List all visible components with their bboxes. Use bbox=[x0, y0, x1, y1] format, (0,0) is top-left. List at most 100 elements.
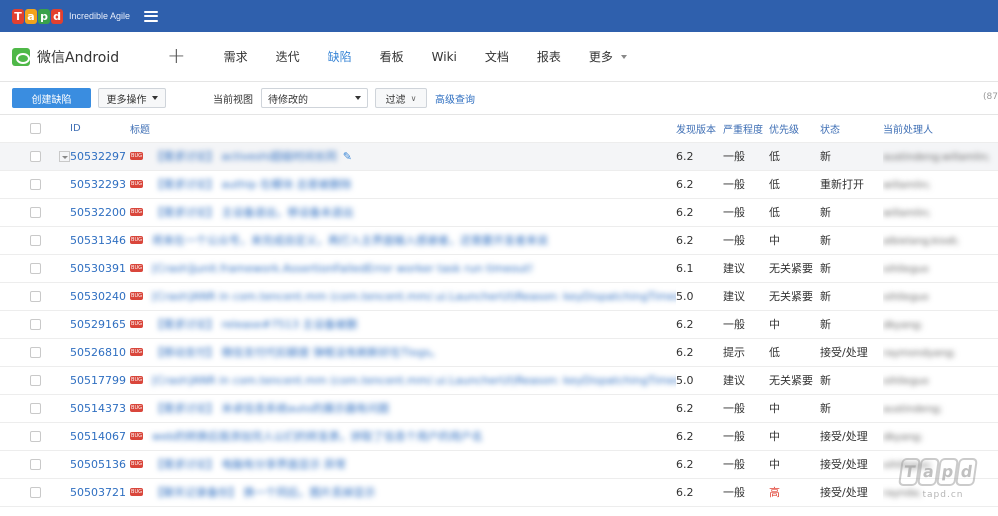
bug-title-link[interactable]: 将来在一个公众号，来完成自定义，再打入主界面输入感谢者，还需要开发者来说 bbox=[152, 232, 548, 248]
row-select-cell bbox=[0, 254, 52, 283]
edit-pencil-icon[interactable]: ✎ bbox=[343, 150, 352, 163]
bug-title-link[interactable]: 【移动支付】 微信支付代扣额度 弹框没有刷新好在Tlogs。 bbox=[152, 344, 441, 360]
row-dropdown-icon[interactable] bbox=[59, 151, 70, 162]
bug-id-cell: 50505136 bbox=[70, 450, 130, 479]
bug-id-link[interactable]: 50503721 bbox=[70, 486, 126, 499]
tab-iterations[interactable]: 迭代 bbox=[262, 32, 314, 81]
bug-owner: austindeng;willamlin; bbox=[883, 151, 990, 163]
header-owner[interactable]: 当前处理人 bbox=[883, 115, 998, 143]
table-row[interactable]: 50526810 BUG 【移动支付】 微信支付代扣额度 弹框没有刷新好在Tlogs… bbox=[0, 338, 998, 367]
bug-id-link[interactable]: 50530391 bbox=[70, 262, 126, 275]
tab-stories[interactable]: 需求 bbox=[210, 32, 262, 81]
header-priority[interactable]: 优先级 bbox=[769, 115, 820, 143]
bug-title-link[interactable]: [Crash]junit.framework.AssertionFailedEr… bbox=[152, 262, 533, 275]
bug-table: ID 标题 发现版本 严重程度 优先级 状态 当前处理人 50532297 BUG… bbox=[0, 115, 998, 507]
table-row[interactable]: 50530391 BUG [Crash]junit.framework.Assert… bbox=[0, 254, 998, 283]
add-icon[interactable]: + bbox=[167, 45, 185, 68]
row-checkbox[interactable] bbox=[30, 263, 41, 274]
bug-priority: 无关紧要 bbox=[769, 366, 820, 395]
bug-title-cell: BUG 【需求讨论】 authip 在模块 总是被删除 bbox=[130, 170, 676, 199]
create-bug-button[interactable]: 创建缺陷 bbox=[12, 88, 91, 108]
bug-badge-icon: BUG bbox=[130, 488, 143, 496]
bug-title-link[interactable]: [Crash]ANR in com.tencent.mm (com.tencen… bbox=[152, 374, 676, 387]
row-checkbox[interactable] bbox=[30, 459, 41, 470]
bug-owner: oihlleguo bbox=[883, 375, 929, 387]
header-id[interactable]: ID bbox=[70, 115, 130, 143]
bug-severity: 一般 bbox=[723, 478, 769, 507]
view-select[interactable]: 待修改的 bbox=[261, 88, 368, 108]
bug-id-link[interactable]: 50531346 bbox=[70, 234, 126, 247]
bug-id-link[interactable]: 50530240 bbox=[70, 290, 126, 303]
bug-id-link[interactable]: 50532297 bbox=[70, 150, 126, 163]
table-row[interactable]: 50505136 BUG 【需求讨论】 电脑有分享界面显示 异常 6.2 一般中接受/处… bbox=[0, 450, 998, 479]
advanced-query-link[interactable]: 高级查询 bbox=[435, 91, 475, 106]
table-row[interactable]: 50530240 BUG [Crash]ANR in com.tencent.mm … bbox=[0, 282, 998, 311]
table-row[interactable]: 50532200 BUG 【需求讨论】 主设备退出，移设备未退出 6.2 一般低新 wil… bbox=[0, 198, 998, 227]
bug-id-link[interactable]: 50532200 bbox=[70, 206, 126, 219]
row-checkbox[interactable] bbox=[30, 375, 41, 386]
table-row[interactable]: 50514373 BUG 【需求讨论】 米卓信息系统auto的展示器有问题 6.2 一般… bbox=[0, 394, 998, 423]
bug-id-link[interactable]: 50514067 bbox=[70, 430, 126, 443]
row-checkbox[interactable] bbox=[30, 347, 41, 358]
bug-title-link[interactable]: 【需求讨论】 电脑有分享界面显示 异常 bbox=[152, 456, 346, 472]
table-header: ID 标题 发现版本 严重程度 优先级 状态 当前处理人 bbox=[0, 115, 998, 143]
bug-title-link[interactable]: 【需求讨论】 activeshi超级时间长同 bbox=[152, 148, 337, 164]
tab-reports[interactable]: 报表 bbox=[523, 32, 575, 81]
bug-severity: 一般 bbox=[723, 422, 769, 451]
row-checkbox[interactable] bbox=[30, 235, 41, 246]
row-checkbox[interactable] bbox=[30, 431, 41, 442]
hamburger-menu-icon[interactable] bbox=[144, 10, 159, 22]
bug-id-link[interactable]: 50526810 bbox=[70, 346, 126, 359]
tab-label: 看板 bbox=[379, 50, 404, 64]
table-row[interactable]: 50503721 BUG 【聊天记录备份】 换一个同后，图片丢掉显示 6.2 一般高接受… bbox=[0, 478, 998, 507]
row-checkbox[interactable] bbox=[30, 179, 41, 190]
table-row[interactable]: 50532293 BUG 【需求讨论】 authip 在模块 总是被删除 6.2 一般低… bbox=[0, 170, 998, 199]
tab-documents[interactable]: 文档 bbox=[471, 32, 523, 81]
bug-title-link[interactable]: 【需求讨论】 主设备退出，移设备未退出 bbox=[152, 204, 354, 220]
table-row[interactable]: 50529165 BUG 【需求讨论】 release#7513 主设备被删 6.2 一… bbox=[0, 310, 998, 339]
bug-id-link[interactable]: 50532293 bbox=[70, 178, 126, 191]
bug-title-link[interactable]: web的转换后我添加完人以们的转发表，拼取了信息个用户的用户名 bbox=[152, 428, 483, 444]
bug-id-link[interactable]: 50529165 bbox=[70, 318, 126, 331]
row-checkbox[interactable] bbox=[30, 487, 41, 498]
tab-more[interactable]: 更多 bbox=[575, 32, 641, 81]
table-row[interactable]: 50514067 BUG web的转换后我添加完人以们的转发表，拼取了信息个用户的用… bbox=[0, 422, 998, 451]
bug-status: 接受/处理 bbox=[820, 478, 883, 507]
row-checkbox[interactable] bbox=[30, 151, 41, 162]
bug-owner: oihlleguo bbox=[883, 263, 929, 275]
bug-id-link[interactable]: 50505136 bbox=[70, 458, 126, 471]
table-row[interactable]: 50532297 BUG 【需求讨论】 activeshi超级时间长同 ✎ 6.2 一般低… bbox=[0, 142, 998, 171]
row-checkbox[interactable] bbox=[30, 291, 41, 302]
tapd-logo[interactable]: T a p d bbox=[12, 8, 63, 24]
row-checkbox[interactable] bbox=[30, 403, 41, 414]
more-actions-button[interactable]: 更多操作 bbox=[98, 88, 166, 108]
bug-title-link[interactable]: 【需求讨论】 authip 在模块 总是被删除 bbox=[152, 176, 352, 192]
bug-id-cell: 50531346 bbox=[70, 226, 130, 255]
nav-tabs: 需求 迭代 缺陷 看板 Wiki 文档 报表 更多 bbox=[210, 32, 641, 81]
table-row[interactable]: 50531346 BUG 将来在一个公众号，来完成自定义，再打入主界面输入感谢者，还… bbox=[0, 226, 998, 255]
logo-letter: a bbox=[25, 8, 37, 24]
project-nav: 微信Android + 需求 迭代 缺陷 看板 Wiki 文档 报表 更多 bbox=[0, 32, 998, 82]
bug-title-link[interactable]: 【聊天记录备份】 换一个同后，图片丢掉显示 bbox=[152, 484, 376, 500]
project-name[interactable]: 微信Android bbox=[37, 47, 119, 67]
bug-title-link[interactable]: 【需求讨论】 米卓信息系统auto的展示器有问题 bbox=[152, 400, 389, 416]
bug-id-link[interactable]: 50514373 bbox=[70, 402, 126, 415]
tab-board[interactable]: 看板 bbox=[366, 32, 418, 81]
tab-bugs[interactable]: 缺陷 bbox=[314, 32, 366, 81]
bug-priority: 中 bbox=[769, 310, 820, 339]
row-menu-cell bbox=[52, 226, 70, 255]
tab-wiki[interactable]: Wiki bbox=[418, 32, 471, 81]
header-severity[interactable]: 严重程度 bbox=[723, 115, 769, 143]
bug-title-link[interactable]: [Crash]ANR in com.tencent.mm (com.tencen… bbox=[152, 290, 676, 303]
table-row[interactable]: 50517799 BUG [Crash]ANR in com.tencent.mm … bbox=[0, 366, 998, 395]
header-version[interactable]: 发现版本 bbox=[676, 115, 723, 143]
bug-id-link[interactable]: 50517799 bbox=[70, 374, 126, 387]
header-status[interactable]: 状态 bbox=[820, 115, 883, 143]
row-menu-cell bbox=[52, 142, 70, 171]
row-checkbox[interactable] bbox=[30, 207, 41, 218]
filter-button[interactable]: 过滤 ∨ bbox=[375, 88, 427, 108]
bug-title-link[interactable]: 【需求讨论】 release#7513 主设备被删 bbox=[152, 316, 357, 332]
header-title[interactable]: 标题 bbox=[130, 115, 676, 143]
select-all-checkbox[interactable] bbox=[30, 122, 41, 134]
row-checkbox[interactable] bbox=[30, 319, 41, 330]
